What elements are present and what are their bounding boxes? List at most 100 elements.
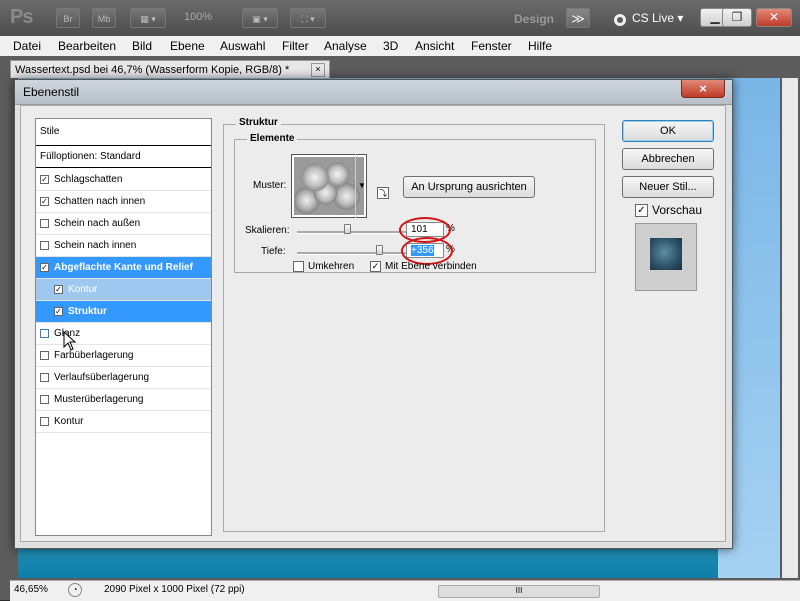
checkbox-unchecked-icon[interactable] <box>40 329 49 338</box>
app-title-bar: Ps Br Mb ▦ ▾ 100% ▣ ▾ ⛶ ▾ Design ≫ CS Li… <box>0 0 800 37</box>
dialog-title: Ebenenstil <box>23 85 80 99</box>
menu-filter[interactable]: Filter <box>282 39 309 53</box>
menu-datei[interactable]: Datei <box>13 39 41 53</box>
depth-slider-track[interactable] <box>297 252 407 255</box>
depth-slider-thumb[interactable] <box>376 245 383 255</box>
checkbox-unchecked-icon[interactable] <box>40 395 49 404</box>
style-preview-thumbnail <box>635 223 697 291</box>
style-item-kontur-sub[interactable]: ✓ Kontur <box>36 279 211 301</box>
new-preset-icon[interactable]: ⤵ <box>377 187 389 199</box>
depth-label: Tiefe: <box>261 246 286 257</box>
view-extras-button[interactable]: ▦ ▾ <box>130 8 166 28</box>
structure-title: Struktur <box>236 117 281 128</box>
pattern-dropdown-icon[interactable]: ▼ <box>355 154 368 218</box>
style-item-verlaufsueberlagerung[interactable]: Verlaufsüberlagerung <box>36 367 211 389</box>
ok-button[interactable]: OK <box>622 120 714 142</box>
pattern-label: Muster: <box>253 180 287 191</box>
scale-slider-thumb[interactable] <box>344 224 351 234</box>
divider <box>36 167 211 168</box>
menu-auswahl[interactable]: Auswahl <box>220 39 265 53</box>
document-tab-title: Wassertext.psd bei 46,7% (Wasserform Kop… <box>15 64 290 76</box>
link-with-layer-checkbox[interactable]: ✓ <box>370 261 381 272</box>
bridge-button[interactable]: Br <box>56 8 80 28</box>
pattern-swatch <box>294 157 364 215</box>
status-zoom[interactable]: 46,65% <box>14 584 48 595</box>
new-style-button[interactable]: Neuer Stil... <box>622 176 714 198</box>
style-item-schatten-nach-innen[interactable]: ✓ Schatten nach innen <box>36 191 211 213</box>
style-item-label: Kontur <box>54 416 84 427</box>
cs-live-icon <box>614 14 626 26</box>
mouse-cursor-icon <box>63 331 77 351</box>
status-document-info: 2090 Pixel x 1000 Pixel (72 ppi) <box>104 584 245 595</box>
workspace-label[interactable]: Design <box>514 12 554 26</box>
screen-mode-button[interactable]: ⛶ ▾ <box>290 8 326 28</box>
preview-checkbox[interactable]: ✓ <box>635 204 648 217</box>
style-item-label: Schein nach außen <box>54 218 141 229</box>
screen-mode-icon: ⛶ ▾ <box>301 14 315 24</box>
elements-title: Elemente <box>247 133 298 144</box>
horizontal-scrollbar-thumb[interactable]: III <box>438 585 600 598</box>
checkbox-unchecked-icon[interactable] <box>40 219 49 228</box>
style-item-schein-nach-innen[interactable]: Schein nach innen <box>36 235 211 257</box>
checkbox-checked-icon[interactable]: ✓ <box>40 175 49 184</box>
divider <box>36 145 211 146</box>
close-icon: ✕ <box>768 10 780 24</box>
menu-ebene[interactable]: Ebene <box>170 39 205 53</box>
style-item-label: Schein nach innen <box>54 240 137 251</box>
invert-checkbox[interactable] <box>293 261 304 272</box>
layer-style-dialog: Ebenenstil × Stile Fülloptionen: Standar… <box>14 79 733 549</box>
style-item-label: Verlaufsüberlagerung <box>54 372 150 383</box>
dialog-close-button[interactable]: × <box>681 80 725 98</box>
more-workspaces-button[interactable]: ≫ <box>566 8 590 28</box>
style-item-musterueberlagerung[interactable]: Musterüberlagerung <box>36 389 211 411</box>
cancel-button[interactable]: Abbrechen <box>622 148 714 170</box>
checkbox-checked-icon[interactable]: ✓ <box>54 285 63 294</box>
cs-live-label: CS Live <box>632 11 675 25</box>
menu-analyse[interactable]: Analyse <box>324 39 367 53</box>
zoom-level[interactable]: 100% <box>184 11 212 23</box>
checkbox-unchecked-icon[interactable] <box>40 417 49 426</box>
style-item-abgeflachte-kante[interactable]: ✓ Abgeflachte Kante und Relief <box>36 257 211 279</box>
checkbox-unchecked-icon[interactable] <box>40 241 49 250</box>
menu-bild[interactable]: Bild <box>132 39 152 53</box>
menu-fenster[interactable]: Fenster <box>471 39 512 53</box>
document-tab[interactable]: Wassertext.psd bei 46,7% (Wasserform Kop… <box>10 60 330 78</box>
menu-hilfe[interactable]: Hilfe <box>528 39 552 53</box>
link-with-layer-label: Mit Ebene verbinden <box>385 261 477 272</box>
document-close-icon[interactable]: × <box>311 63 325 77</box>
checkbox-unchecked-icon[interactable] <box>40 373 49 382</box>
checkbox-checked-icon[interactable]: ✓ <box>40 197 49 206</box>
invert-label: Umkehren <box>308 261 355 272</box>
scale-slider-track[interactable] <box>297 231 407 234</box>
snap-to-origin-button[interactable]: An Ursprung ausrichten <box>403 176 535 198</box>
fill-options-item[interactable]: Fülloptionen: Standard <box>40 151 141 162</box>
cs-live-menu[interactable]: CS Live ▾ <box>614 11 683 26</box>
menu-bar: Datei Bearbeiten Bild Ebene Auswahl Filt… <box>0 36 800 57</box>
menu-3d[interactable]: 3D <box>383 39 398 53</box>
restore-button[interactable]: ❐ <box>722 8 752 27</box>
app-close-button[interactable]: ✕ <box>756 8 792 27</box>
mini-bridge-button[interactable]: Mb <box>92 8 116 28</box>
style-item-label: Struktur <box>68 306 107 317</box>
vertical-scrollbar[interactable] <box>782 78 798 578</box>
checkbox-checked-icon[interactable]: ✓ <box>54 307 63 316</box>
menu-bearbeiten[interactable]: Bearbeiten <box>58 39 116 53</box>
style-item-label: Schlagschatten <box>54 174 123 185</box>
arrange-icon: ▣ ▾ <box>252 14 268 24</box>
checkbox-unchecked-icon[interactable] <box>40 351 49 360</box>
arrange-documents-button[interactable]: ▣ ▾ <box>242 8 278 28</box>
style-item-kontur[interactable]: Kontur <box>36 411 211 433</box>
style-list: Stile Fülloptionen: Standard ✓ Schlagsch… <box>35 118 212 536</box>
style-item-label: Abgeflachte Kante und Relief <box>54 262 193 273</box>
menu-ansicht[interactable]: Ansicht <box>415 39 454 53</box>
checkbox-checked-icon[interactable]: ✓ <box>40 263 49 272</box>
style-item-schlagschatten[interactable]: ✓ Schlagschatten <box>36 169 211 191</box>
dialog-body: Stile Fülloptionen: Standard ✓ Schlagsch… <box>20 105 726 542</box>
status-info-icon[interactable]: ◔ <box>68 583 82 597</box>
style-list-header[interactable]: Stile <box>40 126 59 137</box>
scale-label: Skalieren: <box>245 225 290 236</box>
style-item-schein-nach-aussen[interactable]: Schein nach außen <box>36 213 211 235</box>
preview-swatch <box>650 238 682 270</box>
dialog-title-bar: Ebenenstil × <box>15 80 732 105</box>
style-item-struktur[interactable]: ✓ Struktur <box>36 301 211 323</box>
